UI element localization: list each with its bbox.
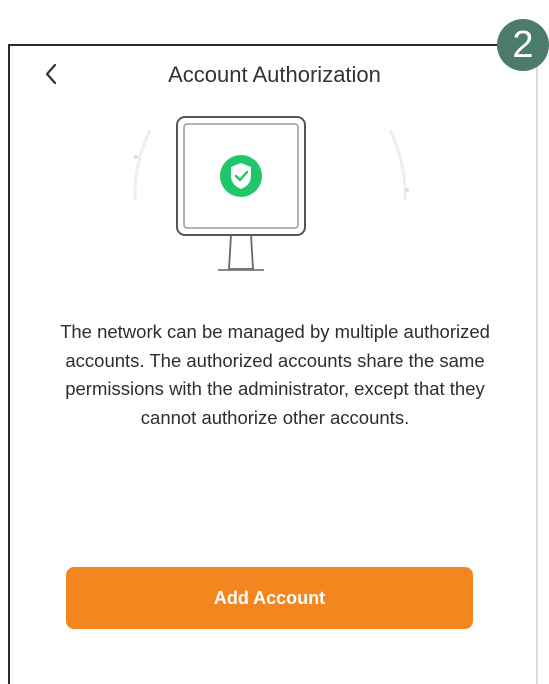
shield-check-icon <box>220 155 262 197</box>
page-title: Account Authorization <box>168 62 381 87</box>
authorization-description: The network can be managed by multiple a… <box>60 321 490 428</box>
add-account-button[interactable]: Add Account <box>66 567 473 629</box>
monitor-shield-illustration <box>133 116 409 271</box>
